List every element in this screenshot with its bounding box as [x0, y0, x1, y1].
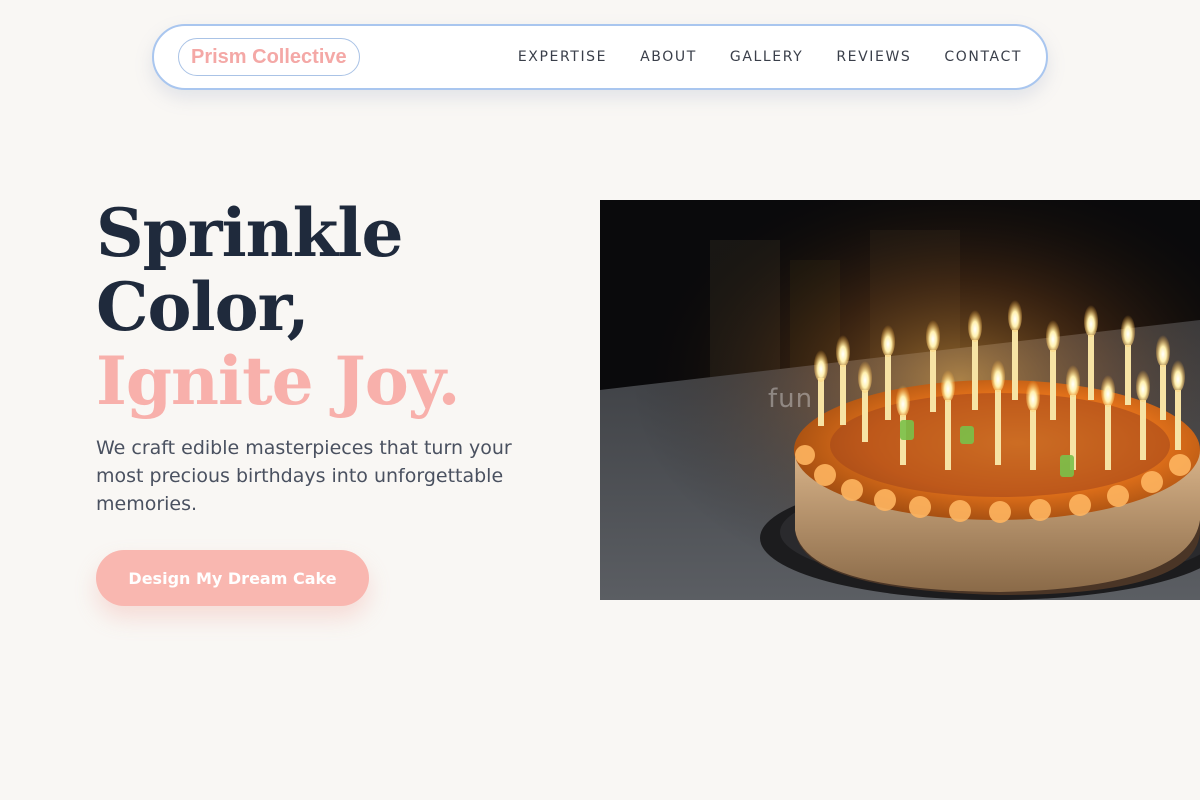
brand-logo[interactable]: Prism Collective — [178, 38, 360, 76]
cake-illustration — [600, 200, 1200, 600]
top-navbar: Prism Collective EXPERTISE ABOUT GALLERY… — [152, 24, 1048, 90]
nav-link-about[interactable]: ABOUT — [640, 49, 697, 65]
hero-title-line-2: Color, — [96, 268, 310, 346]
hero-description: We craft edible masterpieces that turn y… — [96, 437, 512, 515]
image-watermark: fun — [768, 384, 814, 414]
nav-link-reviews[interactable]: REVIEWS — [836, 49, 911, 65]
nav-link-expertise[interactable]: EXPERTISE — [518, 49, 607, 65]
hero-title-line-1: Sprinkle — [96, 194, 403, 272]
nav-link-contact[interactable]: CONTACT — [944, 49, 1022, 65]
landing-page: Prism Collective EXPERTISE ABOUT GALLERY… — [0, 0, 1200, 800]
hero-title-accent: Ignite Joy. — [96, 342, 461, 420]
nav-links: EXPERTISE ABOUT GALLERY REVIEWS CONTACT — [518, 26, 1022, 88]
hero-title: Sprinkle Color, Ignite Joy. — [96, 196, 556, 418]
design-cake-button[interactable]: Design My Dream Cake — [96, 550, 369, 606]
nav-link-gallery[interactable]: GALLERY — [730, 49, 803, 65]
hero-cake-image: fun — [600, 200, 1200, 600]
